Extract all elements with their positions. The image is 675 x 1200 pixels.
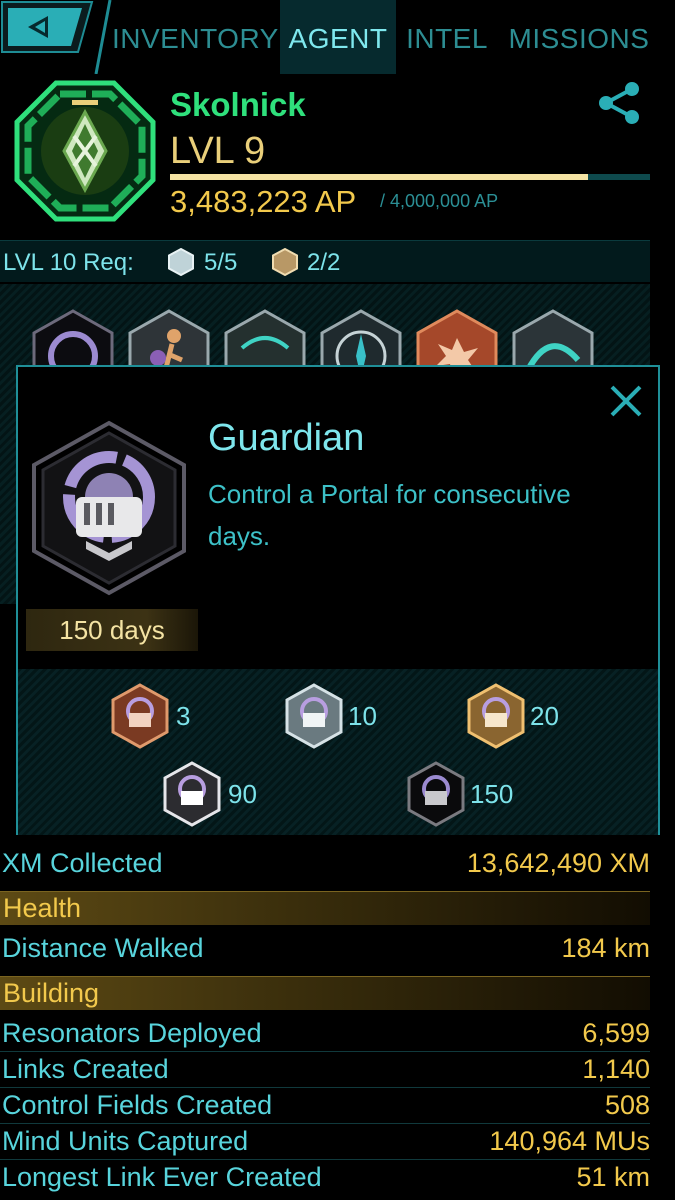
stat-row-links-created: Links Created 1,140 <box>0 1052 650 1088</box>
stat-row-longest-link: Longest Link Ever Created 51 km <box>0 1160 650 1196</box>
stat-row-control-fields-created: Control Fields Created 508 <box>0 1088 650 1124</box>
ap-progress-bar <box>170 174 650 180</box>
silver-tier-icon <box>285 683 343 749</box>
stat-label: Control Fields Created <box>2 1090 273 1120</box>
tier-requirement: 20 <box>530 701 559 731</box>
stat-label: Longest Link Ever Created <box>2 1162 322 1192</box>
stat-label: Resonators Deployed <box>2 1018 262 1048</box>
platinum-tier-icon <box>163 761 221 827</box>
badge-tiers: 3 10 20 90 150 <box>18 669 658 835</box>
ap-progress-fill <box>170 174 589 180</box>
tier-requirement: 3 <box>176 701 191 731</box>
agent-name: Skolnick <box>170 86 306 123</box>
gold-medal-icon <box>272 248 298 276</box>
stat-value: 508 <box>604 1090 650 1120</box>
stat-value: 6,599 <box>582 1018 650 1048</box>
tab-missions[interactable]: MISSIONS <box>504 0 654 74</box>
stat-value: 13,642,490 XM <box>466 848 650 878</box>
stat-label: Mind Units Captured <box>2 1126 249 1156</box>
stat-label: XM Collected <box>2 848 163 878</box>
bronze-tier-icon <box>111 683 169 749</box>
stat-row-xm-collected: XM Collected 13,642,490 XM <box>0 846 650 882</box>
level-requirements: LVL 10 Req: 5/5 2/2 <box>0 240 650 282</box>
tab-inventory[interactable]: INVENTORY <box>112 0 278 74</box>
stat-value: 51 km <box>576 1162 650 1192</box>
agent-level: LVL 9 <box>170 130 266 172</box>
onyx-tier-icon <box>407 761 465 827</box>
close-icon[interactable] <box>608 383 644 419</box>
days-count: 150 days <box>59 615 165 645</box>
silver-medal-icon <box>168 248 194 276</box>
stat-row-mind-units-captured: Mind Units Captured 140,964 MUs <box>0 1124 650 1160</box>
section-title: Building <box>3 978 100 1008</box>
gold-requirement-count: 2/2 <box>307 249 341 276</box>
tier-requirement: 90 <box>228 779 257 809</box>
requirements-label: LVL 10 Req: <box>3 249 134 276</box>
tab-intel[interactable]: INTEL <box>404 0 490 74</box>
stat-label: Distance Walked <box>2 933 204 963</box>
badge-detail-modal: Guardian Control a Portal for consecutiv… <box>16 365 660 835</box>
section-header-building: Building <box>0 976 650 1010</box>
tab-agent[interactable]: AGENT <box>280 0 396 74</box>
gold-tier-icon <box>467 683 525 749</box>
ap-max: / 4,000,000 AP <box>380 191 499 211</box>
badge-progress-label: 150 days <box>26 609 198 651</box>
top-nav: INVENTORY AGENT INTEL MISSIONS <box>0 0 675 74</box>
silver-requirement-count: 5/5 <box>204 249 238 276</box>
stat-value: 184 km <box>561 933 650 963</box>
ap-current: 3,483,223 AP <box>170 184 357 219</box>
share-icon[interactable] <box>596 80 642 126</box>
section-title: Health <box>3 893 82 923</box>
tier-requirement: 10 <box>348 701 377 731</box>
agent-avatar[interactable] <box>14 80 156 222</box>
stat-row-distance-walked: Distance Walked 184 km <box>0 931 650 967</box>
stat-value: 1,140 <box>582 1054 650 1084</box>
tab-separator <box>94 0 112 74</box>
stat-label: Links Created <box>2 1054 169 1084</box>
tier-requirement: 150 <box>470 779 514 809</box>
stat-row-resonators-deployed: Resonators Deployed 6,599 <box>0 1016 650 1052</box>
back-button[interactable] <box>0 0 100 56</box>
section-header-health: Health <box>0 891 650 925</box>
stat-value: 140,964 MUs <box>489 1126 650 1156</box>
guardian-badge-icon <box>32 420 186 596</box>
badge-description: Control a Portal for consecutive days. <box>208 479 571 551</box>
badge-title: Guardian <box>208 417 365 459</box>
